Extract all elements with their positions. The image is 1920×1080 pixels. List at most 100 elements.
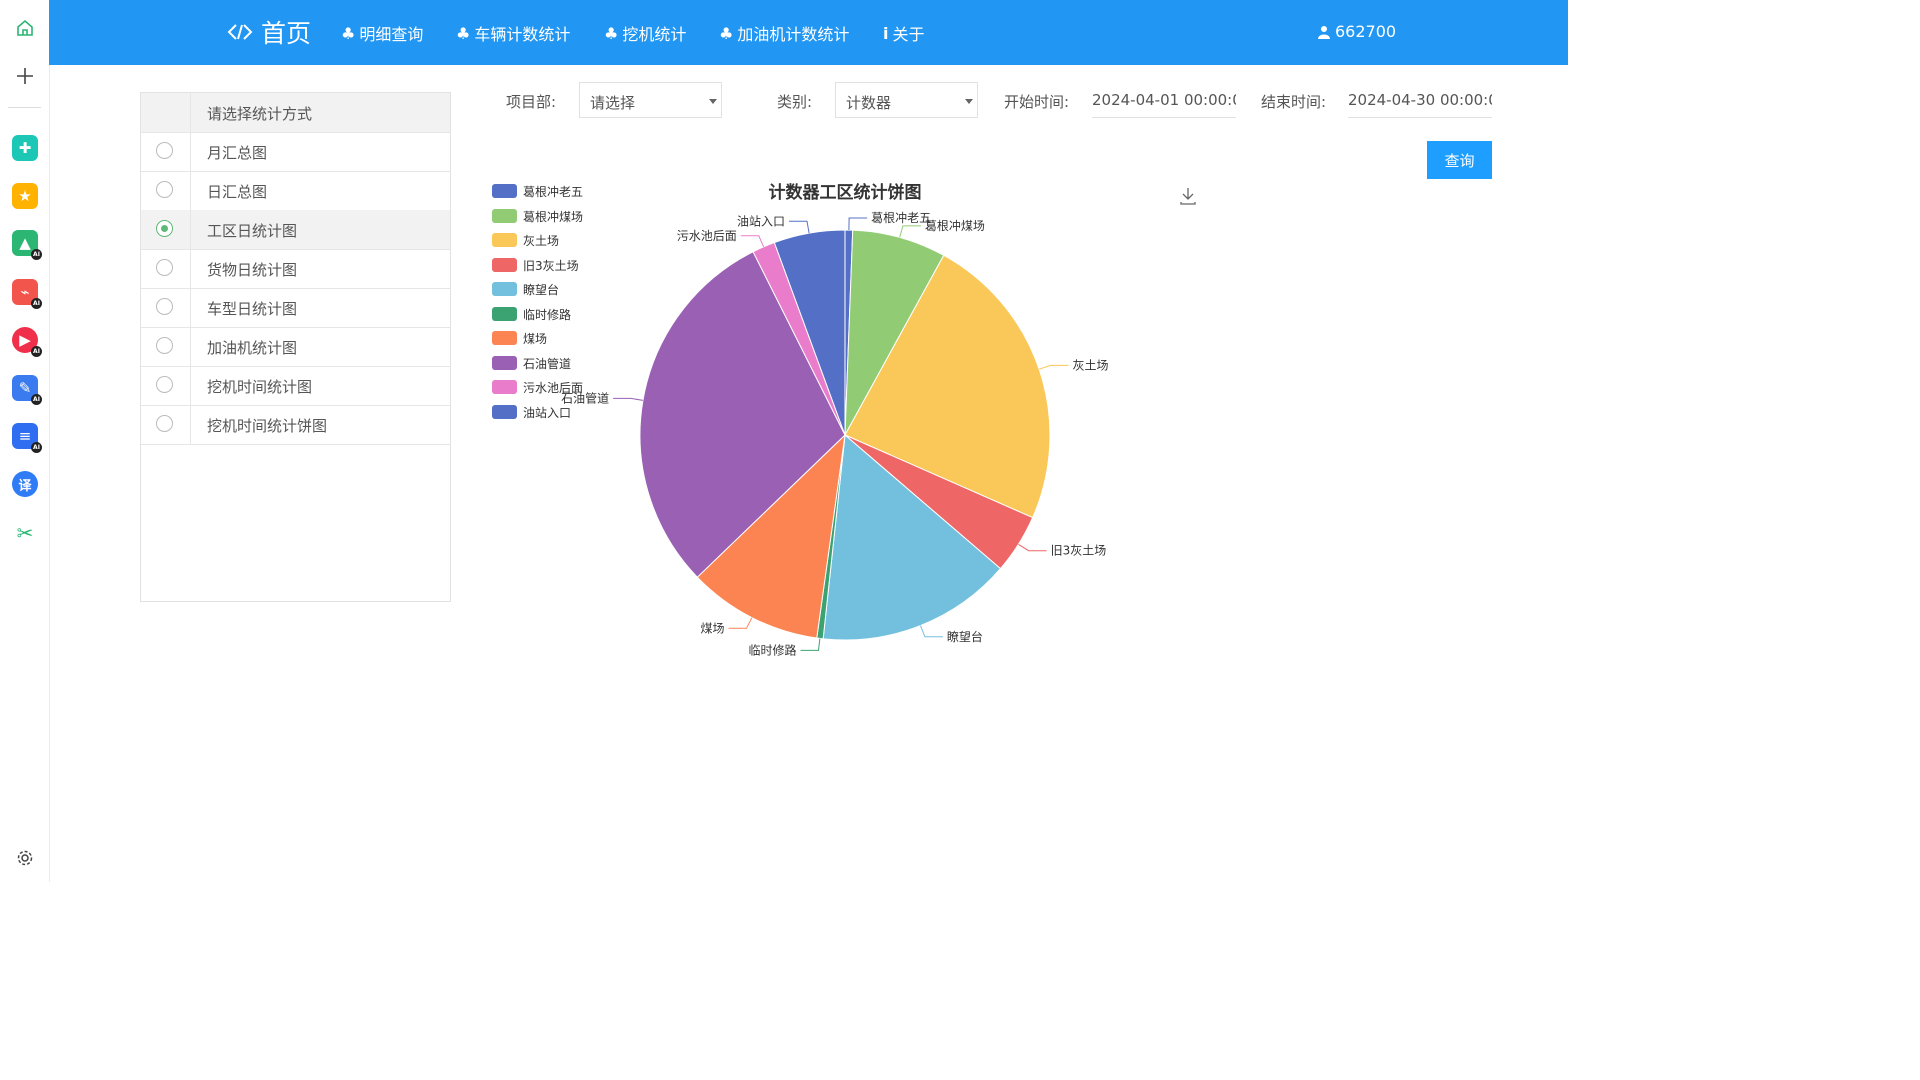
nav-vehicle-count[interactable]: ♣ 车辆计数统计 (456, 21, 570, 45)
pie-slice[interactable] (844, 229, 854, 436)
slice-label: 油站入口 (737, 214, 785, 228)
end-time-label: 结束时间: (1261, 93, 1327, 111)
nav-about[interactable]: i 关于 (883, 21, 925, 45)
legend-swatch (492, 257, 517, 272)
category-select[interactable]: 计数器 (835, 82, 978, 118)
radio-button[interactable] (156, 415, 173, 432)
stat-mode-option[interactable]: 车型日统计图 (141, 288, 450, 328)
pie-slice[interactable] (773, 229, 846, 436)
project-select[interactable]: 请选择 (579, 82, 722, 118)
radio-button[interactable] (156, 142, 173, 159)
legend-label: 煤场 (523, 332, 548, 346)
stat-mode-option[interactable]: 日汇总图 (141, 171, 450, 211)
info-icon: i (883, 23, 889, 43)
nav-home-label: 首页 (261, 19, 312, 48)
top-nav-bar: 首页 ♣ 明细查询 ♣ 车辆计数统计 ♣ 挖机统计 ♣ 加油机计数统计 i 关于 6627… (49, 0, 1568, 65)
slice-label-line (1018, 543, 1047, 552)
pie-slice[interactable] (752, 241, 846, 436)
pie-slice[interactable] (844, 254, 1051, 519)
nav-label: 挖机统计 (622, 25, 687, 44)
sidebar-divider (8, 107, 41, 108)
stat-mode-option[interactable]: 月汇总图 (141, 132, 450, 172)
legend-label: 瞭望台 (523, 283, 560, 297)
project-label: 项目部: (506, 93, 557, 111)
category-select-value: 计数器 (846, 94, 892, 112)
settings-icon[interactable] (12, 845, 38, 871)
stat-mode-option-label: 工区日统计图 (207, 222, 298, 240)
pen-ai-icon[interactable]: ✎ AI (12, 375, 42, 405)
stat-mode-option[interactable]: 挖机时间统计饼图 (141, 405, 450, 445)
stat-mode-option[interactable]: 加油机统计图 (141, 327, 450, 367)
pdf-ai-icon[interactable]: ⌁ AI (12, 279, 42, 309)
user-menu[interactable]: 662700 (1317, 22, 1396, 41)
stat-mode-option[interactable]: 挖机时间统计图 (141, 366, 450, 406)
pie-slice[interactable] (822, 434, 1002, 641)
slice-label: 煤场 (700, 621, 724, 635)
stat-mode-table: 请选择统计方式 月汇总图日汇总图工区日统计图货物日统计图车型日统计图加油机统计图… (140, 92, 451, 602)
category-label: 类别: (777, 93, 813, 111)
image-ai-icon[interactable]: ▲ AI (12, 230, 42, 260)
legend-label: 旧3灰土场 (523, 258, 579, 273)
stat-mode-option[interactable]: 工区日统计图 (141, 210, 450, 250)
slice-label: 瞭望台 (947, 629, 983, 644)
tree-icon: ♣ (341, 23, 356, 43)
nav-fuel-count[interactable]: ♣ 加油机计数统计 (719, 21, 849, 45)
start-time-input[interactable]: 2024-04-01 00:00:0 (1092, 82, 1236, 118)
project-select-value: 请选择 (590, 94, 636, 112)
pie-slice[interactable] (844, 434, 1034, 570)
home-icon[interactable] (12, 15, 38, 41)
end-time-input[interactable]: 2024-04-30 00:00:0 (1348, 82, 1492, 118)
legend-swatch (492, 380, 517, 394)
radio-button[interactable] (156, 376, 173, 393)
pie-slice[interactable] (844, 229, 945, 436)
ai-badge: AI (31, 298, 42, 309)
stat-mode-option-label: 车型日统计图 (207, 300, 298, 318)
nav-label: 加油机计数统计 (737, 25, 850, 44)
pie-slice[interactable] (816, 434, 846, 640)
legend-label: 葛根冲煤场 (523, 209, 584, 224)
slice-label: 灰土场 (1073, 358, 1109, 372)
query-button[interactable]: 查询 (1427, 141, 1492, 179)
download-icon[interactable] (1180, 188, 1196, 205)
stat-mode-option[interactable]: 货物日统计图 (141, 249, 450, 289)
nav-label: 关于 (892, 25, 925, 44)
radio-button[interactable] (156, 259, 173, 276)
slice-label: 污水池后面 (677, 229, 737, 243)
caret-down-icon (709, 99, 717, 104)
clover-icon[interactable]: ✚ (12, 135, 38, 161)
slice-label: 葛根冲煤场 (925, 218, 985, 233)
legend-swatch (492, 208, 517, 223)
slice-label: 葛根冲老五 (871, 210, 931, 225)
stat-mode-header: 请选择统计方式 (141, 93, 450, 133)
stat-mode-option-label: 月汇总图 (207, 144, 268, 162)
pie-slice[interactable] (639, 251, 846, 578)
stat-mode-option-label: 挖机时间统计饼图 (207, 417, 328, 435)
tree-icon: ♣ (719, 23, 734, 43)
doc-ai-icon[interactable]: ≡ AI (12, 423, 42, 453)
tree-icon: ♣ (456, 23, 471, 43)
nav-home[interactable]: 首页 (227, 14, 311, 50)
ai-badge: AI (31, 346, 42, 357)
video-ai-icon[interactable]: ▶ AI (12, 327, 42, 357)
translate-icon[interactable]: 译 (12, 471, 38, 497)
star-icon[interactable]: ★ (12, 183, 38, 209)
nav-detail-query[interactable]: ♣ 明细查询 (341, 21, 423, 45)
user-icon (1318, 25, 1330, 39)
slice-label-line (613, 397, 643, 401)
legend-label: 污水池后面 (523, 381, 584, 395)
plus-icon[interactable] (12, 63, 38, 89)
nav-excavator-stats[interactable]: ♣ 挖机统计 (604, 21, 686, 45)
code-icon (227, 24, 253, 40)
slice-label-line (899, 225, 921, 238)
radio-button[interactable] (156, 298, 173, 315)
radio-button[interactable] (156, 181, 173, 198)
legend-label: 石油管道 (523, 356, 572, 371)
scissors-icon[interactable]: ✂ (12, 520, 38, 546)
legend-swatch (492, 306, 517, 321)
radio-button[interactable] (156, 337, 173, 354)
stat-mode-option-label: 挖机时间统计图 (207, 378, 313, 396)
radio-button[interactable] (156, 220, 173, 237)
start-time-label: 开始时间: (1004, 93, 1070, 111)
caret-down-icon (965, 99, 973, 104)
pie-slice[interactable] (696, 433, 846, 639)
